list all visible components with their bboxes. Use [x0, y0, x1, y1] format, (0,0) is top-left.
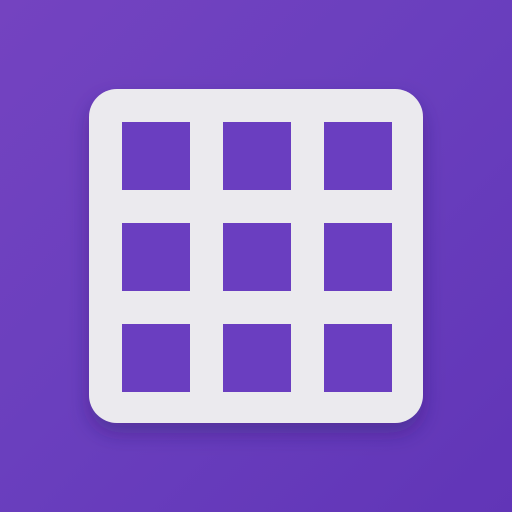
grid-cell: [122, 122, 190, 190]
app-icon-background: [0, 0, 512, 512]
grid-cell: [122, 324, 190, 392]
grid-cell: [324, 122, 392, 190]
grid-cell: [223, 223, 291, 291]
grid-cell: [223, 324, 291, 392]
grid-cell: [324, 324, 392, 392]
grid-cell: [122, 223, 190, 291]
grid-cell: [223, 122, 291, 190]
grid-icon: [89, 89, 423, 423]
grid-cell: [324, 223, 392, 291]
grid-cells: [122, 122, 392, 392]
